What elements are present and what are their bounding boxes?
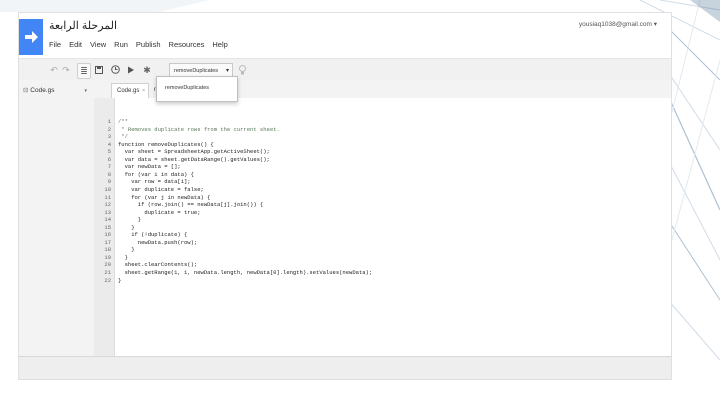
code-editor[interactable]: 1 2 3 4 5 6 7 8 9 10 11 12 13 14 15 16 17 18 19 20 21 22 /** …	[94, 98, 671, 356]
close-icon[interactable]: ×	[142, 84, 145, 99]
menu-bar: File Edit View Run Publish Resources Hel…	[49, 40, 236, 52]
code-line[interactable]: if (row.join() == newData[j].join()) {	[118, 201, 263, 208]
menu-run[interactable]: Run	[114, 40, 128, 52]
line-number: 5	[107, 148, 111, 156]
line-number: 4	[107, 140, 111, 148]
line-number: 9	[107, 178, 111, 186]
line-number: 15	[104, 223, 111, 231]
clock-icon[interactable]	[109, 63, 121, 77]
code-line[interactable]: for (var i in data) {	[118, 171, 194, 178]
code-line[interactable]: }	[118, 224, 134, 231]
code-line[interactable]: }	[118, 246, 134, 253]
indent-icon[interactable]: ≣	[77, 63, 91, 79]
menu-publish[interactable]: Publish	[136, 40, 161, 52]
code-line[interactable]: var newData = [];	[118, 163, 181, 170]
toolbar: ↶ ↷ ≣ ✱ removeDuplicates ▾	[19, 58, 671, 82]
code-line[interactable]: for (var j in newData) {	[118, 194, 210, 201]
function-select[interactable]: removeDuplicates ▾	[169, 63, 233, 77]
code-line[interactable]: duplicate = true;	[118, 209, 200, 216]
line-number: 8	[107, 170, 111, 178]
code-line[interactable]: var sheet = SpreadsheetApp.getActiveShee…	[118, 148, 270, 155]
code-line[interactable]: * Removes duplicate rows from the curren…	[118, 126, 279, 133]
line-number: 6	[107, 155, 111, 163]
menu-file[interactable]: File	[49, 40, 61, 52]
line-number: 22	[104, 276, 111, 284]
line-number: 12	[104, 201, 111, 209]
line-number: 10	[104, 185, 111, 193]
project-title[interactable]: المرحلة الرابعة	[49, 19, 117, 32]
tab-code-gs[interactable]: Code.gs ×	[111, 83, 149, 98]
file-item-code-gs[interactable]: ⊟ Code.gs ▾	[23, 85, 89, 97]
line-number: 19	[104, 253, 111, 261]
code-line[interactable]: sheet.clearContents();	[118, 261, 198, 268]
save-icon[interactable]	[93, 63, 105, 77]
account-email[interactable]: yousiaq1038@gmail.com ▾	[579, 20, 657, 28]
code-line[interactable]: }	[118, 277, 121, 284]
line-number-gutter: 1 2 3 4 5 6 7 8 9 10 11 12 13 14 15 16 17 18 19 20 21 22	[94, 98, 115, 356]
undo-icon[interactable]: ↶	[49, 63, 59, 77]
code-line[interactable]: /**	[118, 118, 128, 125]
line-number: 11	[104, 193, 111, 201]
line-number: 7	[107, 163, 111, 171]
file-name: Code.gs	[30, 87, 55, 94]
arrow-right-icon	[25, 31, 38, 43]
function-select-value: removeDuplicates	[174, 68, 219, 74]
code-line[interactable]: if (!duplicate) {	[118, 231, 187, 238]
code-line[interactable]: var duplicate = false;	[118, 186, 204, 193]
menu-edit[interactable]: Edit	[69, 40, 82, 52]
lightbulb-icon[interactable]	[237, 63, 247, 77]
code-line[interactable]: }	[118, 254, 128, 261]
menu-help[interactable]: Help	[212, 40, 227, 52]
line-number: 21	[104, 269, 111, 276]
file-sidebar: ⊟ Code.gs ▾	[19, 80, 95, 356]
code-line[interactable]: sheet.getRange(1, 1, newData.length, new…	[118, 269, 373, 276]
play-icon[interactable]	[125, 63, 137, 77]
line-number: 1	[107, 118, 111, 125]
menu-view[interactable]: View	[90, 40, 106, 52]
debug-icon[interactable]: ✱	[141, 63, 153, 77]
tab-label: Code.gs	[117, 88, 140, 94]
line-number: 18	[104, 246, 111, 254]
menu-resources[interactable]: Resources	[169, 40, 205, 52]
code-line[interactable]: */	[118, 133, 128, 140]
header: المرحلة الرابعة yousiaq1038@gmail.com ▾ …	[19, 13, 671, 58]
apps-script-logo[interactable]	[19, 19, 43, 55]
code-line[interactable]: var data = sheet.getDataRange().getValue…	[118, 156, 270, 163]
redo-icon[interactable]: ↷	[61, 63, 71, 77]
line-number: 17	[104, 238, 111, 246]
apps-script-editor-window: المرحلة الرابعة yousiaq1038@gmail.com ▾ …	[18, 12, 672, 380]
code-line[interactable]: }	[118, 216, 141, 223]
chevron-down-icon[interactable]: ▾	[84, 85, 87, 97]
status-bar	[19, 356, 671, 379]
line-number: 3	[107, 133, 111, 141]
function-dropdown-menu: removeDuplicates	[156, 76, 238, 102]
line-number: 16	[104, 231, 111, 239]
line-number: 13	[104, 208, 111, 216]
code-line[interactable]: newData.push(row);	[118, 239, 197, 246]
line-number: 2	[107, 125, 111, 133]
dropdown-option-remove-duplicates[interactable]: removeDuplicates	[165, 85, 209, 91]
code-line[interactable]: function removeDuplicates() {	[118, 141, 214, 148]
code-line[interactable]: var row = data[i];	[118, 178, 190, 185]
line-number: 14	[104, 216, 111, 224]
line-number: 20	[104, 261, 111, 269]
